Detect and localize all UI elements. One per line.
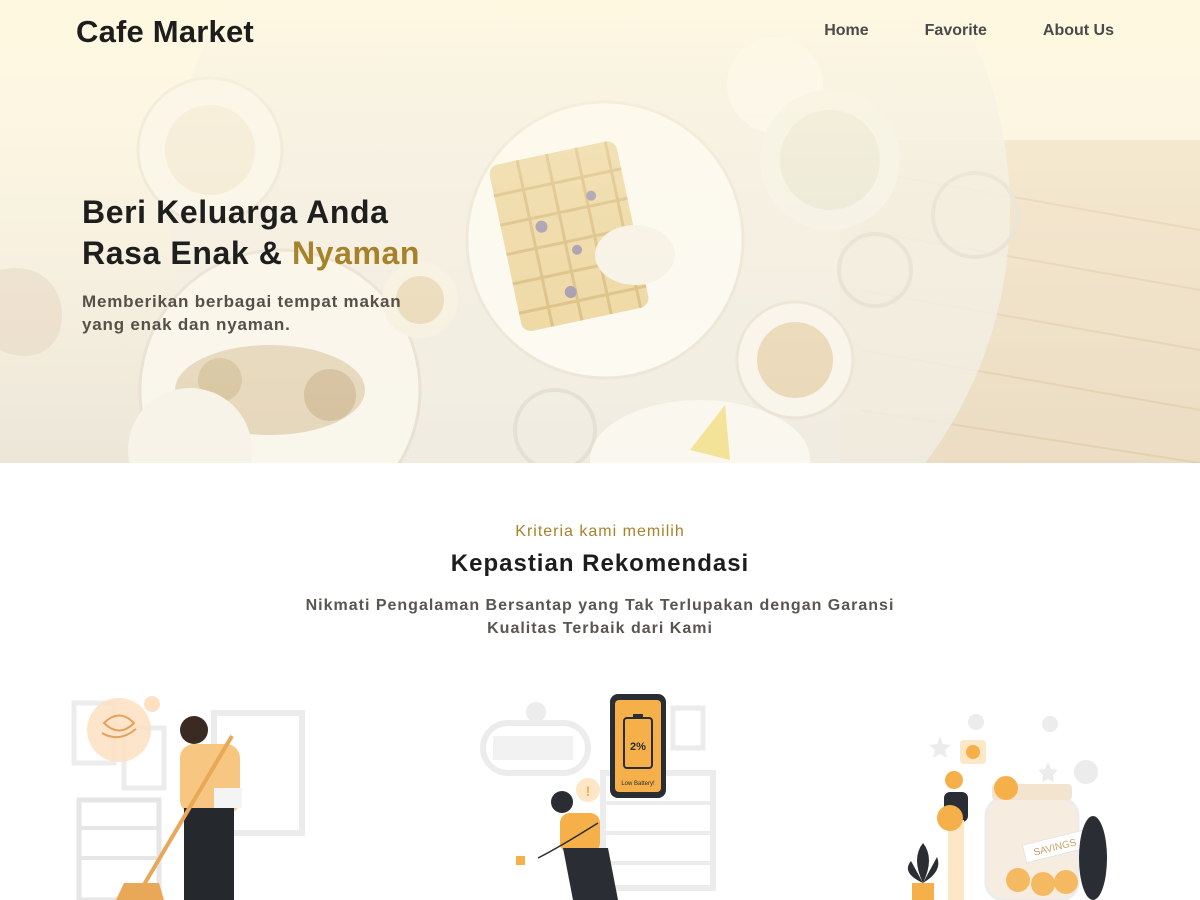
top-navigation: Cafe Market Home Favorite About Us xyxy=(0,0,1200,64)
nav-link-home[interactable]: Home xyxy=(824,22,868,40)
section-eyebrow: Kriteria kami memilih xyxy=(515,523,685,540)
battery-caption: Low Battery! xyxy=(621,781,655,787)
svg-text:!: ! xyxy=(586,783,591,799)
hero-title-line2: Rasa Enak & xyxy=(82,235,292,271)
section-description: Nikmati Pengalaman Bersantap yang Tak Te… xyxy=(305,597,895,637)
hero-subtitle: Memberikan berbagai tempat makan yang en… xyxy=(82,292,402,334)
savings-illustration: SAVINGS xyxy=(888,688,1130,900)
hero-title-line1: Beri Keluarga Anda xyxy=(82,194,389,230)
low-battery-illustration: 2% Low Battery! ! xyxy=(478,688,720,900)
cleaning-illustration xyxy=(64,688,314,900)
nav-link-favorite[interactable]: Favorite xyxy=(925,22,987,40)
battery-percent: 2% xyxy=(630,741,646,753)
hero-title-accent: Nyaman xyxy=(291,235,421,271)
nav-links: Home Favorite About Us xyxy=(824,22,1114,40)
brand-logo[interactable]: Cafe Market xyxy=(76,14,254,50)
hero-title: Beri Keluarga Anda Rasa Enak & Nyaman xyxy=(82,192,420,274)
nav-link-about-us[interactable]: About Us xyxy=(1043,22,1114,40)
hero-banner: Cafe Market Home Favorite About Us Beri … xyxy=(0,0,1200,463)
section-title: Kepastian Rekomendasi xyxy=(450,550,750,577)
